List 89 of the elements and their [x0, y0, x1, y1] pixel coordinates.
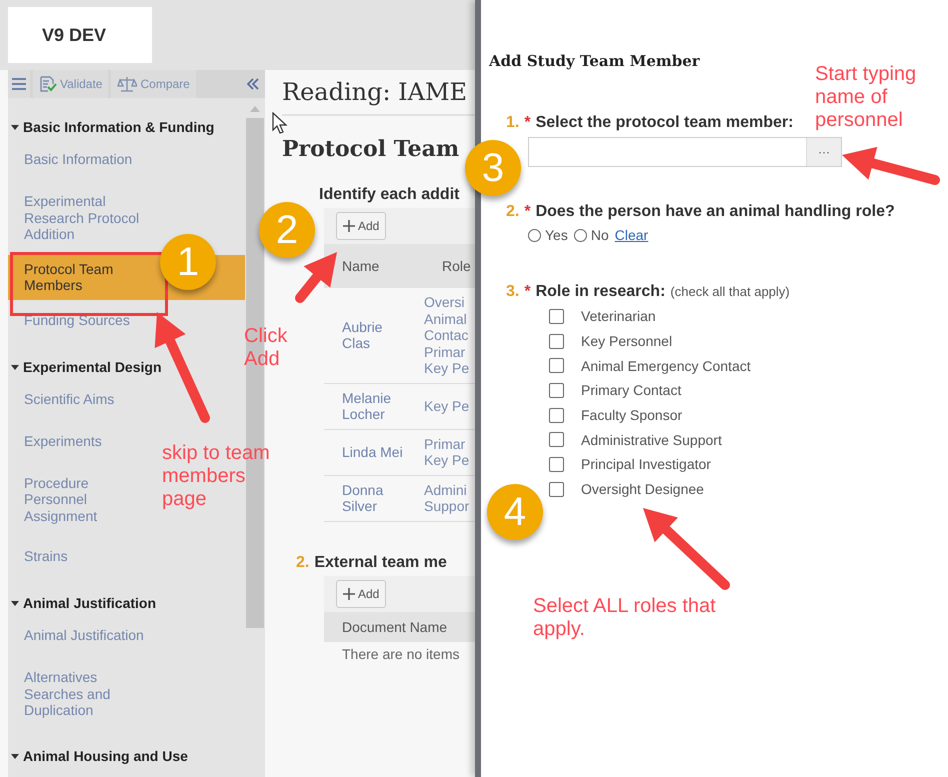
question-number: 1. [506, 114, 520, 132]
question-label: Does the person have an animal handling role? [536, 203, 895, 221]
section-heading[interactable]: Experimental Design [23, 358, 162, 374]
annotation-note: skip to team members page [162, 442, 271, 511]
table-cell-text: Admini Suppor [423, 482, 470, 514]
nav-item[interactable]: Funding Sources [24, 312, 130, 328]
annotation-note: Click Add [244, 325, 288, 371]
table-cell[interactable]: Linda Mei [324, 444, 414, 460]
lookup-field[interactable]: ··· [528, 137, 842, 167]
checkbox-label: Oversight Designee [581, 481, 704, 498]
scale-icon [117, 76, 138, 92]
question-number: 2. [296, 554, 310, 572]
caret-down-icon[interactable] [11, 752, 19, 760]
radio-button[interactable] [574, 228, 587, 242]
table-cell-text: Key Pe [423, 398, 470, 414]
section-heading[interactable]: Animal Housing and Use [23, 748, 188, 764]
checkbox[interactable] [549, 382, 564, 398]
question-number: 2. [506, 203, 520, 221]
add-button[interactable]: Add [336, 580, 386, 608]
checkbox[interactable] [549, 308, 564, 324]
checkbox[interactable] [549, 334, 564, 349]
checklist-icon [39, 76, 57, 92]
logo-text: V9 DEV [42, 24, 106, 46]
annotation-note: Start typing name of personnel [815, 63, 918, 132]
table-cell-text: Oversi Animal Contac Primar Key Pe [423, 294, 470, 376]
add-button[interactable]: Add [336, 212, 386, 240]
table-cell[interactable]: Donna Silver [324, 482, 414, 514]
page-heading: Protocol Team [282, 136, 460, 162]
column-header: Name [341, 258, 380, 274]
menu-icon [12, 78, 26, 90]
toolbar-button[interactable]: Compare [111, 70, 196, 98]
nav-item[interactable]: Strains [24, 548, 68, 564]
checkbox[interactable] [549, 432, 564, 448]
plus-icon [343, 220, 355, 232]
required-mark: * [524, 283, 531, 301]
nav-item[interactable]: Animal Justification [24, 627, 144, 644]
question-number: 3. [506, 283, 520, 301]
logo[interactable]: V9 DEV [8, 7, 152, 63]
required-mark: * [524, 114, 531, 132]
checkbox[interactable] [549, 408, 564, 423]
caret-down-icon[interactable] [11, 362, 19, 370]
menu-button[interactable] [8, 70, 30, 98]
nav-item[interactable]: Basic Information [24, 151, 132, 168]
checkbox-label: Key Personnel [581, 333, 672, 350]
section-heading[interactable]: Basic Information & Funding [23, 119, 214, 135]
nav-item[interactable]: Protocol Team Members [24, 260, 152, 294]
caret-down-icon[interactable] [11, 599, 19, 607]
question-label: Select the protocol team member: [536, 114, 794, 132]
required-mark: * [524, 203, 531, 221]
question-text: Identify each addit [319, 186, 460, 204]
plus-icon [343, 588, 355, 600]
table-cell[interactable]: Aubrie Clas [324, 318, 414, 352]
caret-down-icon[interactable] [11, 123, 19, 131]
section-heading[interactable]: Animal Justification [23, 595, 156, 611]
question-text: External team me [314, 554, 447, 572]
checkbox-label: Primary Contact [581, 382, 682, 398]
question-label: Role in research: [536, 283, 666, 301]
nav-item[interactable]: Scientific Aims [24, 390, 114, 407]
mouse-cursor-icon [272, 112, 288, 134]
clear-link[interactable]: Clear [614, 227, 648, 243]
nav-item[interactable]: Experimental Research Protocol Addition [24, 193, 152, 242]
browse-button[interactable]: ··· [806, 138, 841, 166]
nav-item[interactable]: Procedure Personnel Assignment [24, 474, 152, 524]
checkbox[interactable] [549, 456, 564, 472]
double-chevron-left-icon [247, 78, 259, 90]
toolbar-button[interactable]: Validate [33, 70, 108, 98]
checkbox-label: Principal Investigator [581, 456, 711, 472]
radio-label: No [590, 227, 609, 243]
annotation-note: Select ALL roles that apply. [533, 595, 717, 641]
question-hint: (check all that apply) [670, 284, 790, 299]
empty-message: There are no items [324, 642, 475, 666]
step-badge: 2 [259, 202, 315, 258]
callout-arrow [295, 252, 337, 303]
nav-item[interactable]: Experiments [24, 432, 102, 449]
checkbox-label: Administrative Support [581, 432, 722, 448]
checkbox[interactable] [549, 358, 564, 374]
checkbox[interactable] [549, 482, 564, 497]
column-header: Document Name [341, 618, 448, 634]
checkbox-label: Animal Emergency Contact [581, 358, 751, 374]
checkbox-label: Veterinarian [581, 308, 656, 324]
panel-title: Add Study Team Member [489, 52, 701, 70]
scroll-up-icon [250, 106, 260, 112]
nav-item[interactable]: Alternatives Searches and Duplication [24, 669, 152, 718]
table-cell-text: Primar Key Pe [423, 436, 470, 468]
table-cell[interactable]: Melanie Locher [324, 390, 414, 422]
checkbox-label: Faculty Sponsor [581, 407, 682, 424]
column-header: Role [441, 258, 472, 274]
radio-button[interactable] [528, 228, 541, 242]
radio-label: Yes [545, 227, 568, 243]
